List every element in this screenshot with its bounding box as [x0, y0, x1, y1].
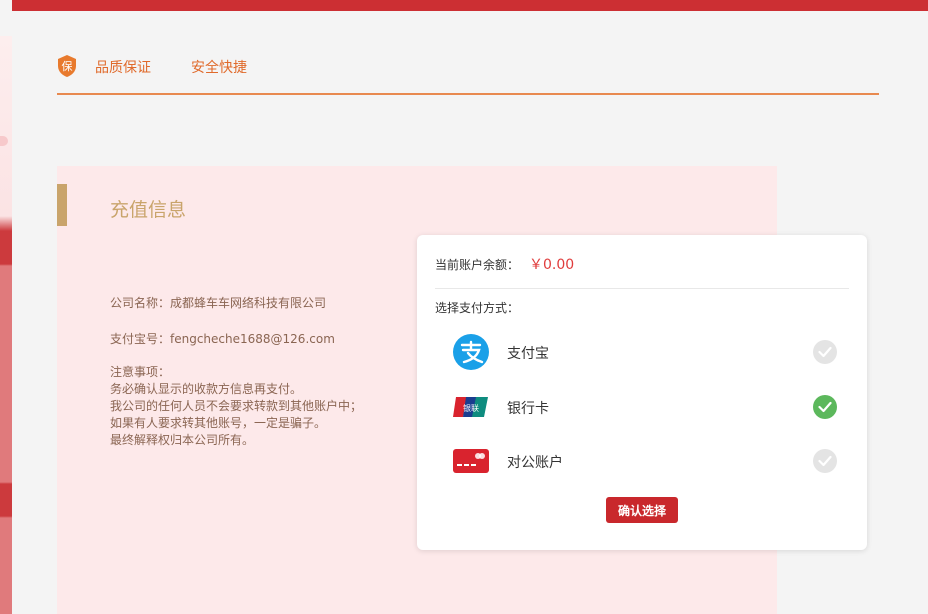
notice-block: 注意事项： 务必确认显示的收款方信息再支付。 我公司的任何人员不会要求转款到其他…	[110, 364, 362, 449]
balance-value: ￥0.00	[529, 257, 575, 273]
panel-title: 充值信息	[110, 199, 187, 221]
payment-method-card: 当前账户余额： ￥0.00 选择支付方式： 支付宝 银联 银行卡 对公账户 确认…	[417, 235, 867, 550]
confirm-selection-button[interactable]: 确认选择	[606, 497, 678, 523]
notice-line: 我公司的任何人员不会要求转款到其他账户中；	[110, 399, 363, 413]
payment-option-label: 支付宝	[507, 346, 549, 362]
quality-guarantee-label: 品质保证	[95, 60, 151, 76]
payment-option-label: 银行卡	[507, 401, 549, 417]
svg-text:银联: 银联	[463, 403, 479, 413]
payment-option-bank-card[interactable]: 银联 银行卡	[452, 388, 837, 426]
unselected-check-icon[interactable]	[813, 449, 837, 473]
shield-icon: 保	[58, 55, 76, 77]
company-name-text: 公司名称：成都蜂车车网络科技有限公司	[110, 296, 327, 310]
payment-option-label: 对公账户	[507, 455, 563, 471]
notice-title: 注意事项：	[110, 365, 171, 379]
corporate-card-icon	[453, 449, 489, 473]
top-brand-bar	[12, 0, 928, 11]
notice-line: 务必确认显示的收款方信息再支付。	[110, 382, 303, 396]
left-decorative-strip	[0, 36, 12, 614]
selected-check-icon[interactable]	[813, 395, 837, 419]
svg-text:保: 保	[62, 59, 73, 73]
header-divider	[57, 93, 879, 95]
payment-method-label: 选择支付方式：	[435, 301, 520, 315]
safe-fast-label: 安全快捷	[191, 60, 247, 76]
title-accent-bar	[57, 184, 67, 226]
alipay-account-text: 支付宝号：fengcheche1688@126.com	[110, 332, 335, 346]
unselected-check-icon[interactable]	[813, 340, 837, 364]
card-divider	[435, 288, 849, 289]
payment-option-alipay[interactable]: 支付宝	[452, 333, 837, 371]
notice-line: 最终解释权归本公司所有。	[110, 433, 255, 447]
alipay-icon	[453, 334, 489, 370]
notice-line: 如果有人要求转其他账号，一定是骗子。	[110, 416, 327, 430]
balance-label: 当前账户余额：	[435, 258, 520, 272]
payment-option-corporate-account[interactable]: 对公账户	[452, 442, 837, 480]
unionpay-icon: 银联	[453, 397, 488, 417]
